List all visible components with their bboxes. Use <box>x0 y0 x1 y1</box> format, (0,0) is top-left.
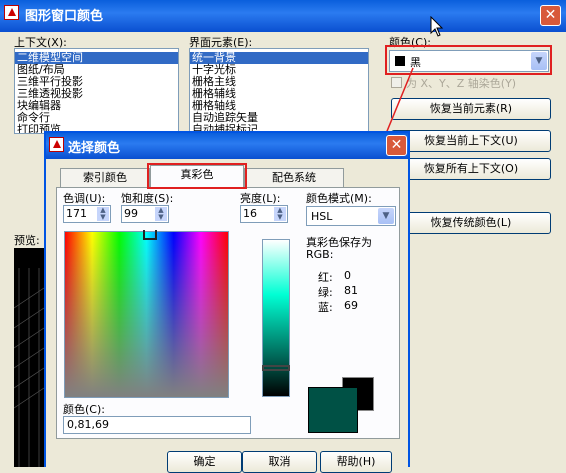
highlight-true-color-tab <box>147 163 247 189</box>
dialog-autocad-icon <box>49 137 64 152</box>
tab-color-books[interactable]: 配色系统 <box>244 168 344 187</box>
dlg-color-label: 颜色(C): <box>63 403 105 416</box>
tint-label: 为 X、Y、Z 轴染色(Y) <box>406 77 517 90</box>
cancel-button[interactable]: 取消 <box>242 451 317 473</box>
ok-button[interactable]: 确定 <box>167 451 242 473</box>
hue-spin-icon[interactable]: ▲ ▼ <box>97 207 109 221</box>
main-title: 图形窗口颜色 <box>25 9 104 24</box>
blue-label: 蓝: <box>318 301 333 314</box>
help-button[interactable]: 帮助(H) <box>320 451 392 473</box>
context-list[interactable]: 二维模型空间 图纸/布局 三维平行投影 三维透视投影 块编辑器 命令行 打印预览 <box>14 48 179 134</box>
green-label: 绿: <box>318 286 333 299</box>
color-text-field[interactable]: 0,81,69 <box>63 416 251 434</box>
dialog-title: 选择颜色 <box>68 141 121 156</box>
dialog-close-button[interactable]: ✕ <box>386 135 407 156</box>
preview-label: 预览: <box>14 234 40 247</box>
luminance-bar[interactable] <box>262 239 290 397</box>
model-chevron-down-icon[interactable]: ▼ <box>378 208 394 224</box>
red-value: 0 <box>344 269 351 282</box>
red-label: 红: <box>318 271 333 284</box>
restore-classic-button[interactable]: 恢复传统颜色(L) <box>391 212 551 234</box>
select-color-dialog: 选择颜色 ✕ 索引颜色 真彩色 配色系统 色调(U): 171 ▲ ▼ 饱和度(S)… <box>44 131 410 473</box>
hue-saturation-field[interactable] <box>64 230 229 398</box>
luminance-slider-icon[interactable] <box>262 365 290 371</box>
sat-label: 饱和度(S): <box>121 192 174 205</box>
dialog-title-bar: 选择颜色 ✕ <box>46 133 408 159</box>
green-value: 81 <box>344 284 358 297</box>
new-color-swatch <box>308 387 358 433</box>
hue-label: 色调(U): <box>63 192 106 205</box>
hue-crosshair-icon <box>143 230 157 240</box>
color-model-value: HSL <box>311 210 333 223</box>
lum-value: 16 <box>243 207 257 220</box>
hue-value: 171 <box>66 207 87 220</box>
color-model-combo[interactable]: HSL ▼ <box>306 206 396 226</box>
rgb-label: RGB: <box>306 248 334 261</box>
preview-panel <box>13 248 45 467</box>
lum-label: 亮度(L): <box>240 192 281 205</box>
tab-index-color[interactable]: 索引颜色 <box>60 168 150 187</box>
lum-spinner[interactable]: 16 ▲ ▼ <box>240 205 288 223</box>
main-close-button[interactable]: ✕ <box>540 5 561 26</box>
autocad-icon <box>4 5 19 20</box>
sat-spin-icon[interactable]: ▲ ▼ <box>155 207 167 221</box>
color-model-label: 颜色模式(M): <box>306 192 372 205</box>
blue-value: 69 <box>344 299 358 312</box>
sat-spinner[interactable]: 99 ▲ ▼ <box>121 205 169 223</box>
main-title-bar: 图形窗口颜色 ✕ <box>0 0 566 32</box>
preview-grid-icon <box>13 268 45 467</box>
mouse-cursor-icon <box>430 16 444 37</box>
lum-spin-icon[interactable]: ▲ ▼ <box>274 207 286 221</box>
sat-value: 99 <box>124 207 138 220</box>
hue-spinner[interactable]: 171 ▲ ▼ <box>63 205 111 223</box>
